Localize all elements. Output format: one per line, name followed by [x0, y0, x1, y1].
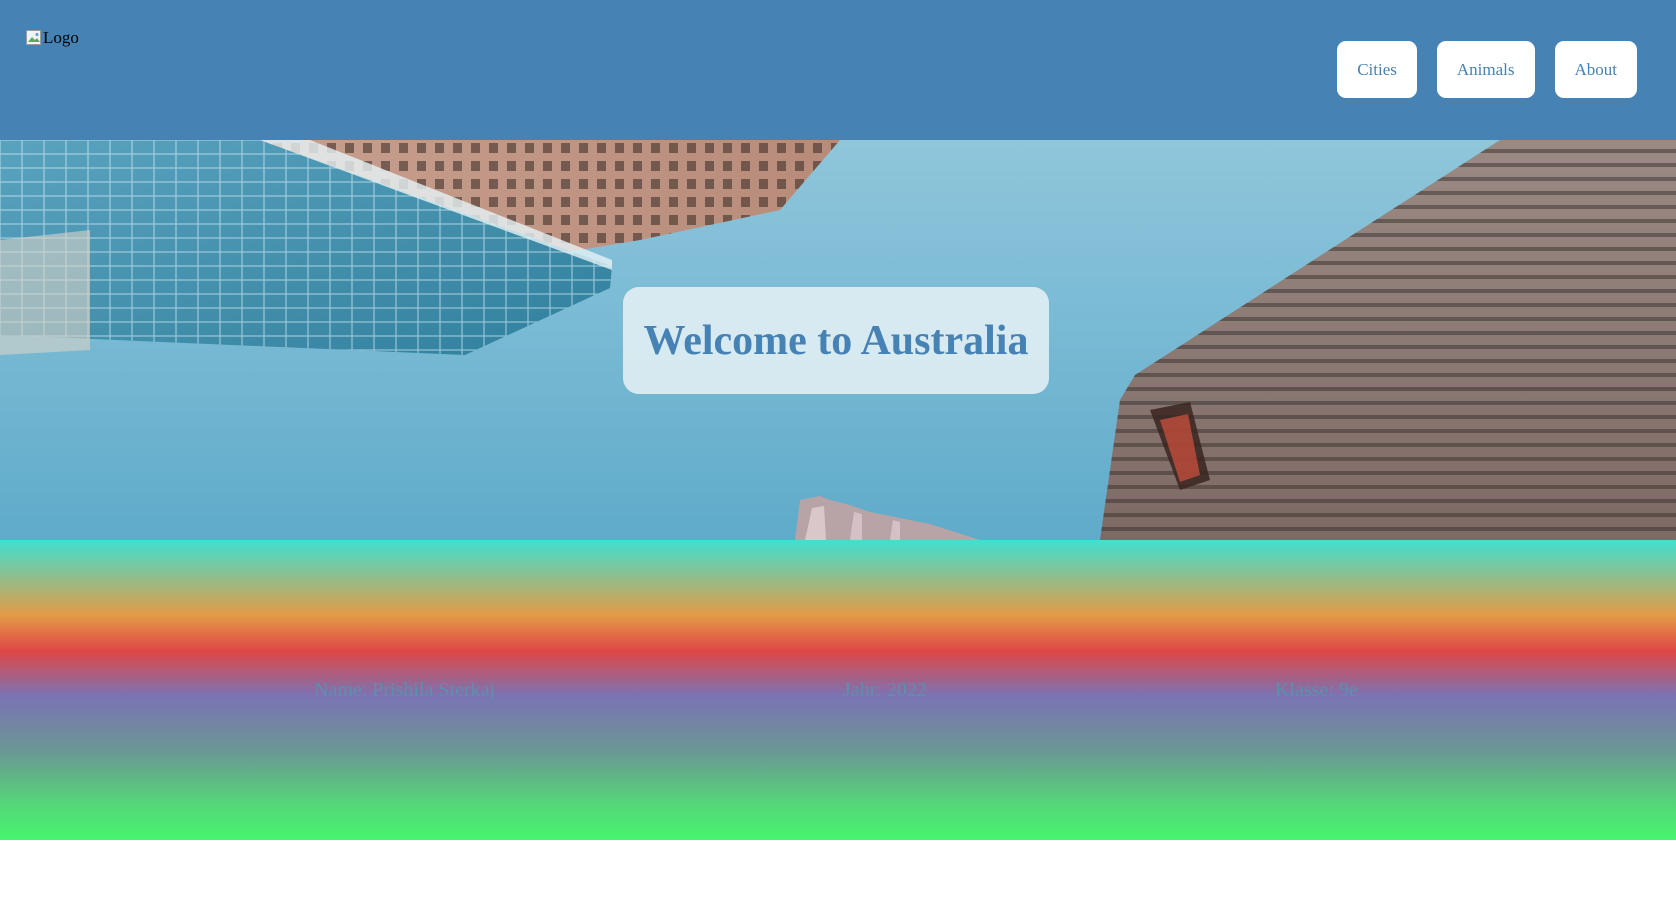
hero-banner: Welcome to Australia — [0, 140, 1676, 540]
nav-button-about[interactable]: About — [1554, 41, 1637, 98]
nav-button-cities[interactable]: Cities — [1337, 41, 1417, 98]
class-text: Klasse: 9e — [1275, 679, 1358, 701]
logo-alt-text: Logo — [43, 28, 79, 47]
author-name: Name: Prishila Sterkaj — [314, 679, 496, 701]
hero-title-card: Welcome to Australia — [623, 287, 1049, 394]
site-header: Logo Cities Animals About — [0, 0, 1676, 140]
hero-title: Welcome to Australia — [643, 317, 1029, 364]
nav-button-animals[interactable]: Animals — [1436, 41, 1535, 98]
site-footer: Name: Prishila Sterkaj Jahr: 2022 Klasse… — [0, 540, 1676, 840]
main-nav: Cities Animals About — [1337, 41, 1637, 98]
year-text: Jahr: 2022 — [843, 679, 927, 701]
broken-image-icon — [26, 30, 42, 46]
logo[interactable]: Logo — [26, 28, 79, 48]
